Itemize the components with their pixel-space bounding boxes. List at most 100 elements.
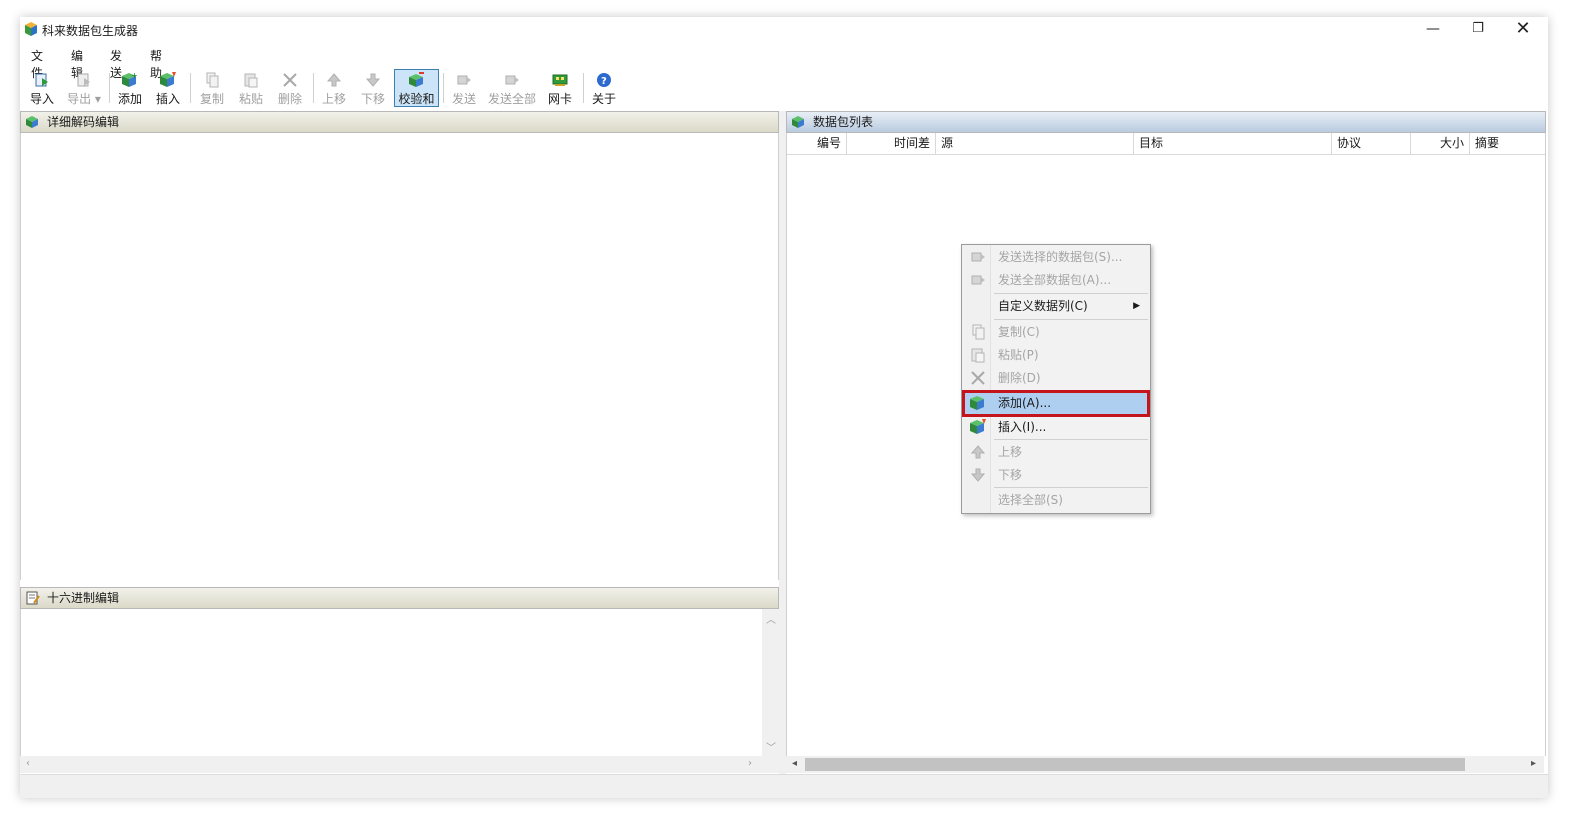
menu-separator xyxy=(994,293,1148,294)
restore-button[interactable]: ❐ xyxy=(1455,17,1501,43)
packet-list-area[interactable] xyxy=(786,133,1546,756)
toolbar-separator xyxy=(109,73,110,103)
packet-list-column-header: 编号 时间差 源 目标 协议 大小 摘要 xyxy=(787,133,1545,155)
scroll-up-arrow-icon[interactable]: ︿ xyxy=(766,611,776,626)
ctx-paste[interactable]: 粘贴(P) xyxy=(964,344,1148,366)
delete-icon xyxy=(971,371,985,385)
hex-horizontal-scrollbar[interactable]: ‹ › xyxy=(20,756,779,773)
svg-text:?: ? xyxy=(601,76,607,87)
delete-button[interactable]: 删除 xyxy=(274,70,306,108)
status-bar xyxy=(20,774,1548,798)
add-packet-icon: + xyxy=(122,72,138,87)
menu-separator xyxy=(994,319,1148,320)
scroll-down-arrow-icon[interactable]: ﹀ xyxy=(766,739,776,754)
import-button[interactable]: 导入 xyxy=(26,70,58,108)
paste-icon xyxy=(971,348,985,363)
hex-panel-header: 十六进制编辑 xyxy=(20,587,779,609)
ctx-custom-columns[interactable]: 自定义数据列(C) ▶ xyxy=(964,295,1148,317)
app-logo-icon xyxy=(25,22,37,36)
nic-button[interactable]: 网卡 xyxy=(544,70,576,108)
column-summary[interactable]: 摘要 xyxy=(1470,133,1545,154)
arrow-down-icon xyxy=(970,468,986,482)
menu-separator xyxy=(994,439,1148,440)
help-icon: ? xyxy=(597,73,611,87)
network-card-icon xyxy=(552,74,568,86)
send-icon xyxy=(971,252,985,262)
toolbar-separator xyxy=(583,73,584,103)
ctx-send-all[interactable]: 发送全部数据包(A)... xyxy=(964,269,1148,291)
packet-list-header: 数据包列表 xyxy=(786,111,1546,133)
checksum-icon xyxy=(408,72,424,87)
column-source[interactable]: 源 xyxy=(936,133,1134,154)
scrollbar-thumb[interactable] xyxy=(805,758,1465,771)
insert-packet-icon xyxy=(970,419,986,434)
scroll-right-arrow-icon[interactable]: › xyxy=(748,758,752,769)
arrow-up-icon xyxy=(970,445,986,459)
import-icon xyxy=(35,73,48,87)
app-window: 科来数据包生成器 — ❐ ✕ 文件 编辑 发送 帮助 导入 导出 ▾ + 添加 … xyxy=(20,17,1548,798)
send-all-button[interactable]: 发送全部 xyxy=(486,70,538,108)
toolbar: 导入 导出 ▾ + 添加 插入 复制 粘贴 删除 上移 下移 校验和 发送 发送… xyxy=(20,67,1548,109)
arrow-down-icon xyxy=(365,73,381,87)
column-size[interactable]: 大小 xyxy=(1411,133,1470,154)
export-icon xyxy=(77,73,90,87)
packet-list-title: 数据包列表 xyxy=(813,115,874,129)
close-button[interactable]: ✕ xyxy=(1500,17,1546,43)
ctx-move-down[interactable]: 下移 xyxy=(964,464,1148,486)
scroll-right-arrow-icon[interactable]: ▸ xyxy=(1531,758,1536,769)
toolbar-separator xyxy=(190,73,191,103)
context-menu: 发送选择的数据包(S)... 发送全部数据包(A)... 自定义数据列(C) ▶… xyxy=(961,244,1151,514)
ctx-select-all[interactable]: 选择全部(S) xyxy=(964,489,1148,511)
column-time-delta[interactable]: 时间差 xyxy=(847,133,936,154)
checksum-button[interactable]: 校验和 xyxy=(394,69,439,107)
vertical-splitter[interactable] xyxy=(779,111,786,774)
scroll-left-arrow-icon[interactable]: ◂ xyxy=(792,758,797,769)
menu-separator xyxy=(994,487,1148,488)
add-button[interactable]: + 添加 xyxy=(114,70,146,108)
ctx-insert[interactable]: 插入(I)... xyxy=(964,416,1148,438)
about-button[interactable]: ? 关于 xyxy=(588,70,620,108)
packet-list-horizontal-scrollbar[interactable]: ◂ ▸ xyxy=(786,756,1544,773)
decode-tree-area[interactable] xyxy=(20,133,779,580)
decode-panel-header: 详细解码编辑 xyxy=(20,111,779,133)
insert-packet-icon xyxy=(160,72,176,87)
send-button[interactable]: 发送 xyxy=(448,70,480,108)
ctx-move-up[interactable]: 上移 xyxy=(964,441,1148,463)
window-title: 科来数据包生成器 xyxy=(42,24,139,38)
move-up-button[interactable]: 上移 xyxy=(318,70,350,108)
export-button[interactable]: 导出 ▾ xyxy=(64,70,104,108)
toolbar-separator xyxy=(443,73,444,103)
scroll-left-arrow-icon[interactable]: ‹ xyxy=(26,758,30,769)
ctx-copy[interactable]: 复制(C) xyxy=(964,321,1148,343)
move-down-button[interactable]: 下移 xyxy=(357,70,389,108)
toolbar-separator xyxy=(313,73,314,103)
send-all-icon xyxy=(505,75,519,85)
minimize-button[interactable]: — xyxy=(1410,17,1456,43)
copy-button[interactable]: 复制 xyxy=(196,70,228,108)
ctx-send-selected[interactable]: 发送选择的数据包(S)... xyxy=(964,246,1148,268)
hex-editor-area[interactable] xyxy=(20,609,763,756)
submenu-arrow-icon: ▶ xyxy=(1133,301,1140,311)
copy-icon xyxy=(206,72,219,88)
delete-icon xyxy=(283,73,297,87)
hex-vertical-scrollbar[interactable]: ︿ ﹀ xyxy=(762,609,779,756)
insert-button[interactable]: 插入 xyxy=(152,70,184,108)
decode-panel-title: 详细解码编辑 xyxy=(47,115,120,129)
svg-text:+: + xyxy=(131,72,138,80)
copy-icon xyxy=(972,324,985,340)
column-number[interactable]: 编号 xyxy=(787,133,847,154)
arrow-up-icon xyxy=(326,73,342,87)
send-icon xyxy=(457,75,471,85)
hex-panel-title: 十六进制编辑 xyxy=(47,591,120,605)
packet-list-icon xyxy=(792,116,804,128)
paste-icon xyxy=(244,73,258,88)
send-all-icon xyxy=(971,275,985,285)
column-destination[interactable]: 目标 xyxy=(1134,133,1332,154)
column-protocol[interactable]: 协议 xyxy=(1332,133,1411,154)
add-packet-icon xyxy=(970,396,984,410)
title-bar: 科来数据包生成器 — ❐ ✕ xyxy=(20,17,1548,43)
decode-panel-icon xyxy=(26,116,38,128)
ctx-delete[interactable]: 删除(D) xyxy=(964,367,1148,389)
paste-button[interactable]: 粘贴 xyxy=(235,70,267,108)
ctx-add[interactable]: 添加(A)... xyxy=(962,390,1150,417)
